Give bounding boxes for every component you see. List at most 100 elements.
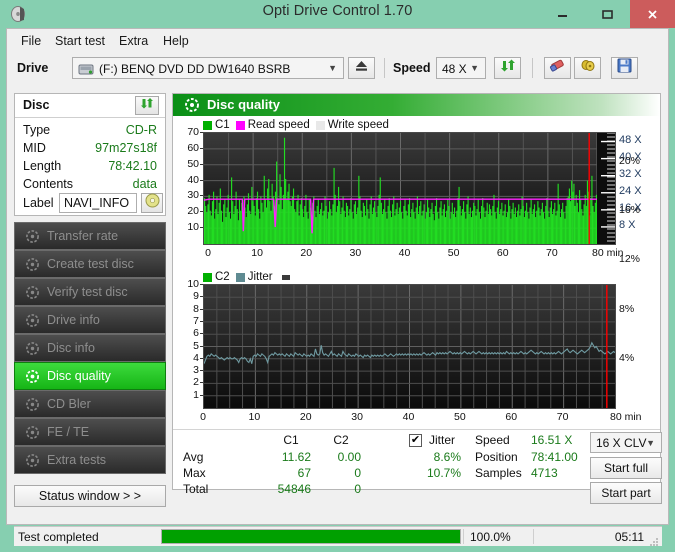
stats-max-c1: 67 bbox=[297, 466, 311, 480]
c2-x-tick: 0 bbox=[200, 411, 206, 423]
sidebar-label: Extra tests bbox=[47, 453, 107, 467]
sidebar-item-disc-quality[interactable]: Disc quality bbox=[14, 362, 166, 390]
toolbar-separator-2 bbox=[532, 58, 533, 78]
c2-x-tick: 10 bbox=[248, 411, 261, 423]
menu-extra[interactable]: Extra bbox=[115, 33, 152, 49]
c1-y-tick: 10 bbox=[187, 221, 199, 234]
c2-y-tickmark bbox=[200, 357, 203, 359]
stats-avg-jitter: 8.6% bbox=[433, 450, 461, 464]
c2-y-tick: 10 bbox=[187, 278, 199, 290]
sidebar-item-create-test-disc[interactable]: Create test disc bbox=[14, 250, 166, 278]
stats-max-jitter: 10.7% bbox=[426, 466, 461, 480]
c1-y-tick: 20 bbox=[187, 205, 199, 218]
disc-refresh-button[interactable] bbox=[135, 96, 159, 115]
sidebar-item-disc-info[interactable]: Disc info bbox=[14, 334, 166, 362]
sidebar-label: Disc info bbox=[47, 341, 95, 355]
disc-quality-icon bbox=[184, 97, 200, 118]
status-window-button[interactable]: Status window > > bbox=[14, 485, 166, 507]
sidebar-item-extra-tests[interactable]: Extra tests bbox=[14, 446, 166, 474]
stats-avg-c1: 11.62 bbox=[281, 450, 311, 464]
c2-x-tick: 70 bbox=[556, 411, 569, 423]
stats-col-c1: C1 bbox=[283, 433, 299, 447]
c1-chart[interactable] bbox=[203, 132, 616, 245]
c2-right-tick: 12% bbox=[619, 253, 641, 266]
chevron-down-icon: ▼ bbox=[328, 63, 337, 73]
start-full-button[interactable]: Start full bbox=[590, 457, 662, 479]
c2-x-tick: 50 bbox=[454, 411, 466, 423]
progress-fill bbox=[162, 530, 460, 543]
legend-label-c2: C2 bbox=[215, 271, 230, 283]
sidebar-item-cd-bler[interactable]: CD Bler bbox=[14, 390, 166, 418]
sidebar-item-fe-te[interactable]: FE / TE bbox=[14, 418, 166, 446]
drive-select[interactable]: (F:) BENQ DVD DD DW1640 BSRB ▼ bbox=[72, 57, 344, 79]
drive-toolbar: Drive (F:) BENQ DVD DD DW1640 BSRB ▼ Spe… bbox=[7, 52, 668, 88]
c2-right-tick: 4% bbox=[619, 351, 635, 364]
legend-swatch-jitter bbox=[235, 272, 245, 282]
c1-right-tick: 8 X bbox=[619, 218, 636, 231]
c1-x-tick: 20 bbox=[300, 247, 313, 259]
disc-type-label: Type bbox=[23, 123, 51, 137]
fe-te-icon bbox=[21, 425, 43, 440]
cd-bler-icon bbox=[21, 397, 43, 412]
sidebar-item-drive-info[interactable]: Drive info bbox=[14, 306, 166, 334]
c2-jitter-chart[interactable] bbox=[203, 284, 616, 409]
status-message: Test completed bbox=[18, 530, 99, 544]
c2-right-tick: 20% bbox=[619, 155, 641, 167]
disc-label-input[interactable]: NAVI_INFO bbox=[59, 193, 137, 213]
legend-label-c1: C1 bbox=[215, 119, 230, 131]
menu-start-test[interactable]: Start test bbox=[51, 33, 109, 49]
status-bar: Test completed 100.0% 05:11 bbox=[14, 526, 662, 546]
c2-x-tick: 20 bbox=[299, 411, 312, 423]
extra-tests-icon bbox=[21, 453, 43, 468]
close-button[interactable] bbox=[630, 0, 675, 28]
position-stat-label: Position bbox=[475, 450, 518, 464]
drive-value: (F:) BENQ DVD DD DW1640 BSRB bbox=[99, 62, 291, 76]
save-icon bbox=[617, 58, 632, 78]
maximize-button[interactable] bbox=[585, 0, 630, 28]
c2-right-tick: 8% bbox=[619, 302, 635, 315]
disc-verify-icon bbox=[21, 285, 43, 300]
refresh-icon bbox=[500, 58, 516, 78]
stats-max-c2: 0 bbox=[354, 466, 361, 480]
c1-y-tickmark bbox=[200, 132, 203, 133]
speed-value: 48 X bbox=[442, 62, 467, 76]
legend-swatch-write-speed bbox=[315, 120, 325, 130]
erase-button[interactable] bbox=[544, 57, 571, 79]
c2-y-tick: 8 bbox=[193, 302, 199, 315]
write-speed-value: 16 X CLV bbox=[596, 436, 647, 450]
menu-help[interactable]: Help bbox=[159, 33, 193, 49]
speed-select[interactable]: 48 X ▼ bbox=[436, 57, 486, 79]
cd-icon bbox=[145, 193, 160, 213]
c2-y-tickmark bbox=[200, 394, 203, 396]
c2-y-tickmark bbox=[200, 333, 203, 335]
sidebar-item-transfer-rate[interactable]: Transfer rate bbox=[14, 222, 166, 250]
jitter-checkbox[interactable]: ✔ bbox=[409, 434, 422, 447]
c1-y-tickmark bbox=[200, 147, 203, 149]
start-part-button[interactable]: Start part bbox=[590, 482, 662, 504]
disc-info-icon bbox=[21, 341, 43, 356]
save-button[interactable] bbox=[611, 57, 638, 79]
disc-panel-header: Disc bbox=[15, 94, 165, 118]
c1-right-tick: 32 X bbox=[619, 167, 642, 180]
c2-y-tick: 5 bbox=[193, 339, 199, 352]
legend-label-read-speed: Read speed bbox=[247, 119, 310, 131]
c2-y-tick: 6 bbox=[193, 327, 199, 340]
drive-label: Drive bbox=[17, 61, 49, 75]
disc-contents-label: Contents bbox=[23, 177, 74, 191]
c2-y-tick: 9 bbox=[193, 290, 199, 303]
disc-label-button[interactable] bbox=[141, 193, 163, 213]
c1-y-tickmark bbox=[200, 227, 203, 229]
menu-file[interactable]: File bbox=[17, 33, 45, 49]
c2-y-tickmark bbox=[200, 284, 203, 285]
bell-button[interactable] bbox=[574, 57, 601, 79]
c2-right-tick: 16% bbox=[619, 204, 641, 217]
minimize-button[interactable] bbox=[540, 0, 585, 28]
stats-row-max-label: Max bbox=[183, 466, 206, 480]
sidebar-label: FE / TE bbox=[47, 425, 90, 439]
write-speed-select[interactable]: 16 X CLV ▼ bbox=[590, 432, 662, 453]
eject-button[interactable] bbox=[348, 57, 375, 79]
resize-grip-icon[interactable] bbox=[649, 534, 659, 546]
refresh-button[interactable] bbox=[494, 57, 521, 79]
sidebar-item-verify-test-disc[interactable]: Verify test disc bbox=[14, 278, 166, 306]
eject-icon bbox=[354, 59, 369, 77]
